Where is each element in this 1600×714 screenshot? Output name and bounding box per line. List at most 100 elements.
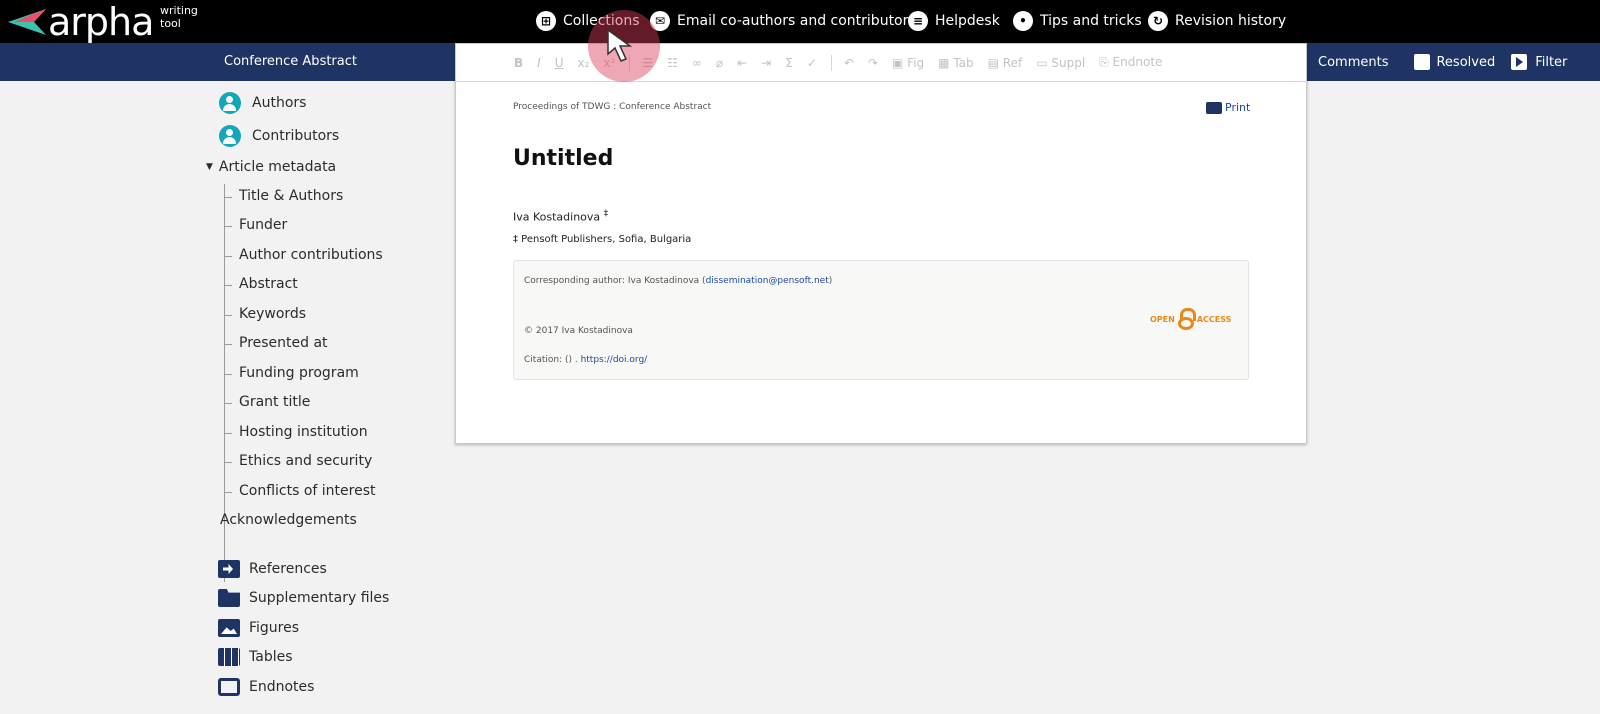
sidebar-item-presented-at[interactable]: Presented at: [224, 335, 328, 351]
corresponding-author: Corresponding author: Iva Kostadinova (d…: [524, 276, 832, 286]
sidebar-item-author-contributions[interactable]: Author contributions: [224, 247, 383, 263]
corr-suffix: ): [828, 276, 833, 286]
comments-toggle[interactable]: Comments: [1318, 55, 1388, 70]
tab-label: Tab: [953, 55, 974, 70]
insert-supplementary-button[interactable]: ▭ Suppl: [1036, 56, 1085, 70]
unlink-icon[interactable]: ⌀: [716, 56, 723, 70]
grid-icon: ⊞: [536, 11, 556, 31]
ref-label: Ref: [1002, 55, 1023, 70]
journal-line: Proceedings of TDWG : Conference Abstrac…: [513, 102, 712, 112]
endnote-label: Endnote: [1112, 55, 1163, 69]
undo-icon[interactable]: ↶: [844, 56, 854, 70]
sidebar-authors-label: Authors: [252, 95, 307, 111]
sidebar-item-abstract[interactable]: Abstract: [224, 276, 298, 292]
table-icon: [218, 648, 240, 666]
subscript-button[interactable]: x₂: [578, 56, 590, 70]
sidebar-item-figures[interactable]: Figures: [218, 619, 299, 637]
logo-wordmark: arpha: [48, 0, 154, 44]
insert-reference-button[interactable]: ▤ Ref: [988, 56, 1023, 70]
sidebar-item-supplementary-files[interactable]: Supplementary files: [218, 589, 389, 607]
underline-button[interactable]: U: [555, 56, 564, 70]
formula-icon[interactable]: Σ: [785, 56, 793, 70]
sidebar-item-acknowledgements[interactable]: Acknowledgements: [220, 512, 357, 528]
spellcheck-icon[interactable]: ✓: [807, 56, 817, 70]
citation: Citation: () . https://doi.org/: [524, 355, 647, 365]
sidebar-article-metadata-label: Article metadata: [218, 159, 337, 175]
bold-button[interactable]: B: [514, 56, 523, 70]
italic-button[interactable]: I: [537, 56, 541, 70]
sidebar-item-title-authors[interactable]: Title & Authors: [224, 188, 343, 204]
revision-history-link[interactable]: ↻ Revision history: [1148, 9, 1286, 33]
sidebar-item-authors[interactable]: Authors: [219, 92, 306, 114]
doi-link[interactable]: https://doi.org/: [581, 355, 648, 365]
sidebar-item-keywords[interactable]: Keywords: [224, 306, 306, 322]
suppl-label: Suppl: [1051, 55, 1086, 70]
comments-controls: Comments Resolved Filter: [1318, 43, 1567, 81]
redo-icon[interactable]: ↷: [868, 56, 878, 70]
print-button[interactable]: Print: [1206, 101, 1250, 114]
document-type: Conference Abstract: [224, 54, 357, 69]
insert-endnote-button[interactable]: ⎘ Endnote: [1099, 55, 1162, 70]
sidebar-item-hosting-institution[interactable]: Hosting institution: [224, 424, 368, 440]
editor-panel: B I U x₂ x² ☰ ☷ ∞ ⌀ ⇤ ⇥ Σ ✓ ↶ ↷ ▣ Fig ▦ …: [455, 43, 1307, 444]
editor-toolbar: B I U x₂ x² ☰ ☷ ∞ ⌀ ⇤ ⇥ Σ ✓ ↶ ↷ ▣ Fig ▦ …: [456, 44, 1306, 82]
insert-figure-button[interactable]: ▣ Fig: [892, 56, 924, 70]
mouse-cursor-icon: [607, 28, 633, 62]
sidebar-item-funding-program[interactable]: Funding program: [224, 365, 359, 381]
outdent-icon[interactable]: ⇤: [737, 56, 747, 70]
sidebar-item-ethics-security[interactable]: Ethics and security: [224, 453, 372, 469]
helpdesk-icon: ≡: [908, 11, 928, 31]
image-icon: [218, 619, 240, 637]
toolbar-separator: [830, 54, 832, 71]
printer-icon: [1206, 101, 1222, 114]
helpdesk-link[interactable]: ≡ Helpdesk: [908, 9, 1000, 33]
author-name: Iva Kostadinova: [513, 210, 601, 224]
sidebar-item-tables[interactable]: Tables: [218, 648, 293, 666]
corresponding-email-link[interactable]: dissemination@pensoft.net: [706, 276, 829, 286]
resolved-checkbox[interactable]: [1414, 54, 1431, 70]
fig-label: Fig: [907, 55, 925, 70]
arpha-logo[interactable]: arpha: [8, 0, 154, 44]
open-access-badge: OPEN ACCESS: [1150, 308, 1231, 330]
tips-link[interactable]: • Tips and tricks: [1013, 9, 1142, 33]
email-coauthors-link[interactable]: ✉ Email co-authors and contributors: [650, 9, 916, 33]
sidebar-item-conflicts-of-interest[interactable]: Conflicts of interest: [224, 483, 376, 499]
endnote-icon: [218, 678, 240, 696]
link-icon[interactable]: ∞: [692, 56, 702, 70]
sidebar-item-funder[interactable]: Funder: [224, 217, 287, 233]
corr-prefix: Corresponding author: Iva Kostadinova (: [524, 276, 706, 286]
affiliation: ‡ Pensoft Publishers, Sofia, Bulgaria: [513, 234, 692, 245]
tips-label: Tips and tricks: [1040, 13, 1142, 29]
sidebar-supplementary-label: Supplementary files: [249, 590, 390, 606]
revision-label: Revision history: [1175, 13, 1287, 29]
sidebar-item-references[interactable]: References: [218, 560, 327, 578]
sidebar-item-grant-title[interactable]: Grant title: [224, 394, 310, 410]
helpdesk-label: Helpdesk: [935, 13, 1000, 29]
caret-down-icon: ▼: [206, 162, 213, 172]
folder-icon: [218, 589, 240, 607]
print-label: Print: [1225, 101, 1251, 114]
add-person-icon: [219, 92, 241, 114]
bullet-list-icon[interactable]: ☷: [667, 56, 678, 70]
email-label: Email co-authors and contributors: [677, 13, 916, 29]
sidebar: Authors Contributors ▼ Article metadata …: [0, 81, 450, 714]
oa-access-label: ACCESS: [1196, 314, 1232, 324]
resolved-label: Resolved: [1436, 54, 1496, 70]
author-line[interactable]: Iva Kostadinova ‡: [513, 208, 608, 224]
logo-subtitle: writing tool: [160, 4, 198, 30]
filter-icon[interactable]: [1511, 54, 1528, 70]
document-title[interactable]: Untitled: [513, 146, 613, 171]
copyright: © 2017 Iva Kostadinova: [524, 326, 633, 336]
sidebar-endnotes-label: Endnotes: [249, 679, 315, 695]
indent-icon[interactable]: ⇥: [761, 56, 771, 70]
sidebar-item-contributors[interactable]: Contributors: [219, 125, 339, 147]
sidebar-references-label: References: [249, 561, 327, 577]
article-info-box: Corresponding author: Iva Kostadinova (d…: [513, 260, 1249, 380]
sidebar-item-article-metadata[interactable]: ▼ Article metadata: [206, 159, 336, 175]
insert-table-button[interactable]: ▦ Tab: [938, 56, 973, 70]
citation-prefix: Citation: () .: [524, 355, 581, 365]
sidebar-item-endnotes[interactable]: Endnotes: [218, 678, 314, 696]
oa-open-label: OPEN: [1150, 314, 1175, 324]
sidebar-contributors-label: Contributors: [252, 128, 340, 144]
filter-label[interactable]: Filter: [1535, 55, 1567, 70]
